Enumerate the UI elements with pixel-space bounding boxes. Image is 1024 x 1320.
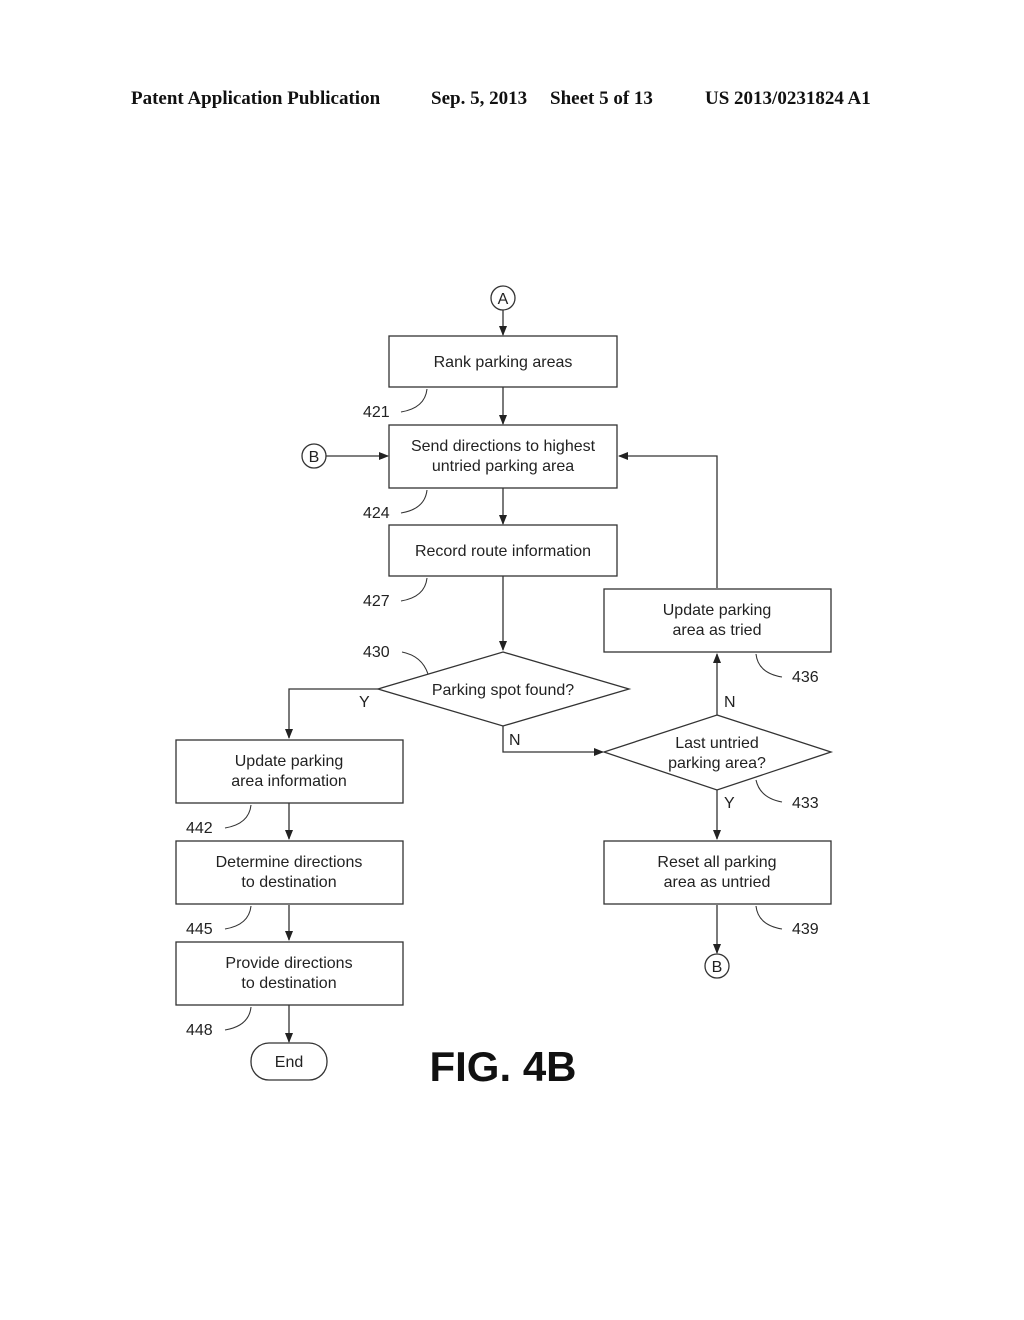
leader-421 — [400, 388, 428, 413]
figure-label: FIG. 4B — [429, 1043, 576, 1090]
edge-tried-to-send — [618, 452, 718, 588]
label-found-yes: Y — [359, 694, 370, 711]
connector-b-in: B — [301, 443, 327, 469]
ref-430: 430 — [363, 644, 390, 661]
connector-b-in-label: B — [309, 449, 320, 466]
connector-a-label: A — [498, 291, 509, 308]
connector-b-out-label: B — [712, 959, 723, 976]
label-last-yes: Y — [724, 795, 735, 812]
ref-427: 427 — [363, 593, 390, 610]
leader-445 — [224, 905, 252, 930]
leader-448 — [224, 1006, 252, 1031]
flowchart: A Rank parking areas 421 B Send directio… — [175, 285, 834, 1090]
decision-parking-spot-found: Parking spot found? — [375, 651, 632, 727]
node-provide-directions: Provide directions to destination — [175, 941, 404, 1006]
node-text: Parking spot found? — [432, 682, 574, 699]
node-text: Rank parking areas — [434, 354, 573, 371]
node-text: End — [275, 1054, 303, 1071]
leader-439 — [755, 905, 783, 930]
label-found-no: N — [509, 732, 521, 749]
leader-433 — [755, 779, 783, 803]
node-determine-directions: Determine directions to destination — [175, 840, 404, 905]
node-text: Last untried — [675, 735, 759, 752]
node-send-directions: Send directions to highest untried parki… — [388, 424, 618, 489]
node-text: untried parking area — [432, 458, 574, 475]
node-rank-parking-areas: Rank parking areas — [388, 335, 618, 388]
node-text: Send directions to highest — [411, 438, 596, 455]
ref-445: 445 — [186, 921, 213, 938]
ref-439: 439 — [792, 921, 819, 938]
connector-a: A — [490, 285, 516, 311]
ref-442: 442 — [186, 820, 213, 837]
node-update-info: Update parking area information — [175, 739, 404, 804]
terminator-end: End — [250, 1042, 328, 1081]
node-reset-untried: Reset all parking area as untried — [603, 840, 832, 905]
node-text: to destination — [241, 975, 336, 992]
connector-b-out: B — [704, 953, 730, 979]
node-text: parking area? — [668, 755, 766, 772]
ref-421: 421 — [363, 404, 390, 421]
node-update-tried: Update parking area as tried — [603, 588, 832, 653]
leader-442 — [224, 804, 252, 829]
node-text: Determine directions — [216, 854, 363, 871]
label-last-no: N — [724, 694, 736, 711]
node-text: Reset all parking — [657, 854, 776, 871]
ref-424: 424 — [363, 505, 390, 522]
leader-430 — [401, 651, 429, 675]
node-text: Update parking — [663, 602, 772, 619]
node-text: Record route information — [415, 543, 591, 560]
ref-433: 433 — [792, 795, 819, 812]
decision-last-untried: Last untried parking area? — [601, 714, 834, 791]
node-text: area information — [231, 773, 347, 790]
node-text: to destination — [241, 874, 336, 891]
node-text: Update parking — [235, 753, 344, 770]
ref-448: 448 — [186, 1022, 213, 1039]
leader-424 — [400, 489, 428, 514]
node-text: area as tried — [673, 622, 762, 639]
ref-436: 436 — [792, 669, 819, 686]
node-record-route: Record route information — [388, 524, 618, 577]
leader-427 — [400, 577, 428, 602]
node-text: area as untried — [664, 874, 771, 891]
node-text: Provide directions — [225, 955, 352, 972]
leader-436 — [755, 653, 783, 678]
